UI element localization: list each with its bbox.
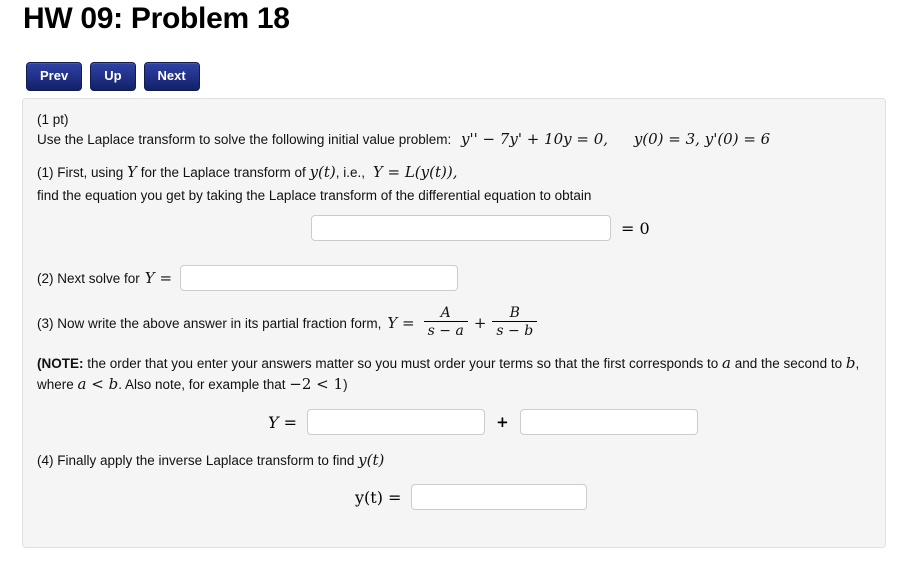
problem-page: HW 09: Problem 18 Prev Up Next (1 pt) Us… — [0, 0, 910, 585]
step3-symbol-Y: Y = — [387, 314, 415, 332]
step4-answer-input[interactable] — [411, 484, 588, 510]
step3-heading: (3) Now write the above answer in its pa… — [37, 305, 540, 340]
step4-answer-row: y(t) = — [355, 484, 588, 510]
step3-answer-row: Y = + — [268, 409, 698, 435]
partial-fraction-2: B s − b — [492, 305, 538, 339]
step3-answer-input-b[interactable] — [519, 409, 698, 435]
step3-answer-input-a[interactable] — [307, 409, 486, 435]
fraction-2-numerator: B — [509, 305, 520, 321]
step4-heading: (4) Finally apply the inverse Laplace tr… — [37, 451, 384, 470]
navigation-bar: Prev Up Next — [26, 62, 200, 91]
step1-answer-input[interactable] — [311, 215, 611, 241]
prompt-text: Use the Laplace transform to solve the f… — [37, 132, 452, 147]
step2-row: (2) Next solve for Y = — [37, 265, 459, 291]
note-paren-close: ) — [343, 377, 348, 392]
step1-symbol-Y: Y — [127, 163, 137, 181]
points-label: (1 pt) — [37, 112, 69, 127]
note-text-4: . Also note, for example that — [118, 377, 290, 392]
fraction-2-denominator: s − b — [492, 321, 538, 339]
step1-answer-row: = 0 — [311, 215, 650, 241]
page-title: HW 09: Problem 18 — [23, 2, 290, 35]
next-button[interactable]: Next — [143, 62, 200, 91]
problem-panel: (1 pt) Use the Laplace transform to solv… — [22, 98, 886, 548]
step3-plus-separator: + — [496, 413, 509, 431]
equals-zero-label: = 0 — [621, 218, 650, 238]
step3-label: (3) Now write the above answer in its pa… — [37, 316, 382, 331]
step4-symbol-yt: y(t) — [358, 451, 385, 469]
note-variable-b: b — [845, 354, 856, 372]
fraction-1-denominator: s − a — [423, 321, 468, 339]
note-variable-a: a — [722, 354, 731, 372]
fraction-1-numerator: A — [440, 305, 451, 321]
note-text-1: the order that you enter your answers ma… — [83, 356, 723, 371]
step1-symbol-yt: y(t) — [309, 163, 336, 181]
prev-button[interactable]: Prev — [26, 62, 83, 91]
step4-label: (4) Finally apply the inverse Laplace tr… — [37, 453, 355, 468]
step2-label: (2) Next solve for — [37, 270, 140, 286]
note-label: NOTE: — [41, 356, 84, 371]
step2-answer-input[interactable] — [180, 265, 459, 291]
step3-answer-label: Y = — [268, 412, 298, 432]
note-text-2: and the second to — [731, 356, 846, 371]
note-inequality-ab: a < b — [77, 375, 119, 393]
step4-answer-label: y(t) = — [355, 487, 402, 507]
step1-text-c: , i.e., — [335, 165, 366, 180]
ordering-note: (NOTE: the order that you enter your ans… — [37, 353, 877, 395]
fraction-plus-operator: + — [473, 314, 487, 332]
step1-text-b: for the Laplace transform of — [140, 165, 306, 180]
step1-laplace-definition: Y = L(y(t)), — [372, 163, 458, 181]
step1-line1: (1) First, using Y for the Laplace trans… — [37, 163, 457, 182]
partial-fraction-1: A s − a — [423, 305, 468, 339]
ode-equation: y'' − 7y' + 10y = 0, — [460, 130, 609, 148]
problem-statement: Use the Laplace transform to solve the f… — [37, 130, 770, 149]
up-button[interactable]: Up — [90, 62, 136, 91]
initial-conditions: y(0) = 3, y'(0) = 6 — [633, 130, 771, 148]
note-inequality-example: −2 < 1 — [289, 375, 344, 393]
step1-line2: find the equation you get by taking the … — [37, 188, 592, 203]
step1-text-a: (1) First, using — [37, 165, 124, 180]
step2-symbol-Y: Y = — [144, 268, 173, 287]
